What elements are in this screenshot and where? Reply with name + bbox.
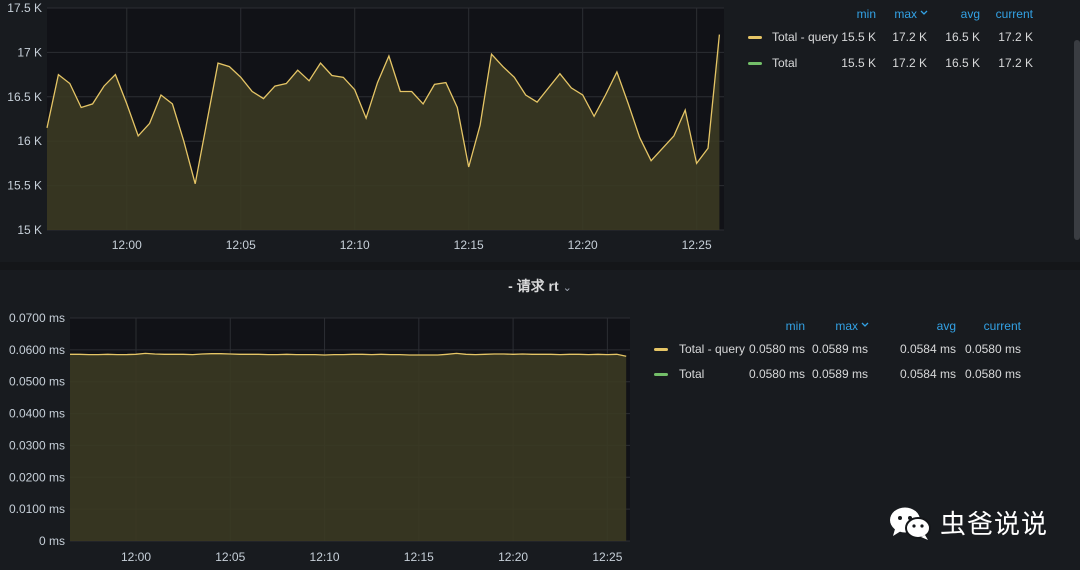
legend-swatch bbox=[654, 348, 668, 351]
legend-value: 0.0589 ms bbox=[812, 367, 868, 381]
legend-value: 15.5 K bbox=[841, 56, 876, 70]
legend-value: 17.2 K bbox=[998, 56, 1033, 70]
y-tick-label: 17.5 K bbox=[7, 1, 42, 15]
legend-value: 17.2 K bbox=[998, 30, 1033, 44]
y-tick-label: 0 ms bbox=[39, 534, 65, 548]
legend-series-name: Total bbox=[772, 56, 797, 70]
legend-header-current: current bbox=[984, 319, 1022, 333]
legend-value: 0.0580 ms bbox=[749, 342, 805, 356]
legend-series-name: Total - query bbox=[679, 342, 745, 356]
y-tick-label: 0.0500 ms bbox=[9, 375, 65, 389]
legend-value: 17.2 K bbox=[892, 56, 927, 70]
y-tick-label: 15 K bbox=[17, 223, 42, 237]
x-tick-label: 12:00 bbox=[112, 238, 142, 252]
legend-value: 0.0580 ms bbox=[749, 367, 805, 381]
x-tick-label: 12:10 bbox=[340, 238, 370, 252]
y-tick-label: 0.0100 ms bbox=[9, 502, 65, 516]
x-tick-label: 12:20 bbox=[498, 550, 528, 564]
x-tick-label: 12:25 bbox=[592, 550, 622, 564]
x-tick-label: 12:25 bbox=[682, 238, 712, 252]
sort-chevron-icon bbox=[861, 322, 869, 327]
legend-header-max: max bbox=[894, 7, 917, 21]
x-tick-label: 12:15 bbox=[404, 550, 434, 564]
legend-value: 16.5 K bbox=[945, 30, 980, 44]
legend-value: 15.5 K bbox=[841, 30, 876, 44]
y-tick-label: 0.0300 ms bbox=[9, 438, 65, 452]
x-tick-label: 12:10 bbox=[310, 550, 340, 564]
x-tick-label: 12:20 bbox=[568, 238, 598, 252]
y-tick-label: 17 K bbox=[17, 45, 42, 59]
watermark: 虫爸说说 bbox=[888, 504, 1048, 541]
wechat-icon bbox=[890, 507, 931, 540]
legend-series-name: Total - query bbox=[772, 30, 838, 44]
legend-value: 0.0584 ms bbox=[900, 342, 956, 356]
x-tick-label: 12:00 bbox=[121, 550, 151, 564]
legend-swatch bbox=[748, 36, 762, 39]
legend-swatch bbox=[748, 62, 762, 65]
legend-value: 0.0580 ms bbox=[965, 342, 1021, 356]
legend-header-current: current bbox=[996, 7, 1034, 21]
legend-value: 17.2 K bbox=[892, 30, 927, 44]
legend-header-avg: avg bbox=[961, 7, 980, 21]
y-tick-label: 0.0700 ms bbox=[9, 311, 65, 325]
y-tick-label: 0.0400 ms bbox=[9, 407, 65, 421]
legend-header-min: min bbox=[857, 7, 876, 21]
legend-value: 0.0584 ms bbox=[900, 367, 956, 381]
x-tick-label: 12:05 bbox=[215, 550, 245, 564]
legend-value: 0.0580 ms bbox=[965, 367, 1021, 381]
legend-series-name: Total bbox=[679, 367, 704, 381]
watermark-text: 虫爸说说 bbox=[940, 509, 1049, 539]
qps-chart: 15 K 15.5 K 16 K 16.5 K 17 K 17.5 K 12:00 12:05… bbox=[7, 1, 1034, 252]
y-tick-label: 16.5 K bbox=[7, 90, 42, 104]
legend-header-min: min bbox=[786, 319, 805, 333]
y-tick-label: 0.0600 ms bbox=[9, 343, 65, 357]
legend-swatch bbox=[654, 373, 668, 376]
y-tick-label: 16 K bbox=[17, 134, 42, 148]
legend-value: 16.5 K bbox=[945, 56, 980, 70]
legend-header-avg: avg bbox=[937, 319, 956, 333]
y-tick-label: 0.0200 ms bbox=[9, 470, 65, 484]
x-tick-label: 12:05 bbox=[226, 238, 256, 252]
legend-value: 0.0589 ms bbox=[812, 342, 868, 356]
series-area-total-query bbox=[70, 353, 627, 541]
x-tick-label: 12:15 bbox=[454, 238, 484, 252]
y-tick-label: 15.5 K bbox=[7, 179, 42, 193]
sort-chevron-icon bbox=[920, 10, 928, 15]
legend-header-max: max bbox=[835, 319, 858, 333]
